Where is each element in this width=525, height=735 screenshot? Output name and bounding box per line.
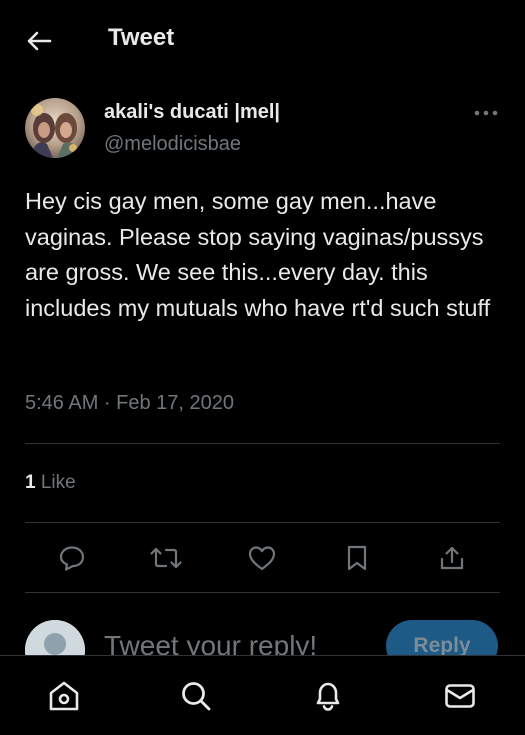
divider [25, 443, 500, 444]
envelope-icon [445, 684, 475, 708]
likes-count: 1 [25, 472, 36, 493]
author-name[interactable]: akali's ducati |mel| [104, 101, 280, 124]
more-icon [474, 110, 498, 116]
author-handle[interactable]: @melodicisbae [104, 133, 241, 156]
nav-notifications[interactable] [308, 676, 348, 716]
default-avatar-icon [25, 620, 85, 655]
nav-home[interactable] [44, 676, 84, 716]
page-title: Tweet [108, 24, 175, 51]
reply-button[interactable] [54, 540, 90, 576]
reply-input[interactable] [104, 630, 364, 655]
reply-submit-button[interactable]: Reply [386, 620, 498, 655]
likes-row[interactable]: 1 Like [25, 472, 76, 494]
home-icon [49, 681, 79, 711]
heart-icon [248, 546, 276, 571]
bottom-nav [0, 655, 525, 735]
more-options-button[interactable] [468, 100, 504, 126]
share-button[interactable] [434, 540, 470, 576]
nav-messages[interactable] [440, 676, 480, 716]
author-avatar[interactable] [25, 98, 85, 158]
nav-search[interactable] [176, 676, 216, 716]
retweet-icon [150, 547, 182, 569]
likes-label: Like [40, 472, 76, 493]
tweet-timestamp[interactable]: 5:46 AM · Feb 17, 2020 [25, 392, 234, 415]
like-button[interactable] [244, 540, 280, 576]
back-button[interactable] [22, 24, 56, 58]
divider [25, 522, 500, 523]
reply-icon [59, 546, 85, 571]
divider [25, 592, 500, 593]
bookmark-icon [347, 545, 367, 571]
bell-icon [316, 682, 340, 711]
search-icon [182, 682, 211, 711]
arrow-left-icon [27, 31, 52, 51]
retweet-button[interactable] [148, 540, 184, 576]
avatar-image [25, 98, 85, 158]
top-bar: Tweet [0, 0, 525, 78]
share-icon [440, 546, 464, 570]
reply-composer: Reply [0, 600, 525, 655]
tweet-text: Hey cis gay men, some gay men...have vag… [25, 188, 491, 321]
bookmark-button[interactable] [339, 540, 375, 576]
user-avatar[interactable] [25, 620, 85, 655]
